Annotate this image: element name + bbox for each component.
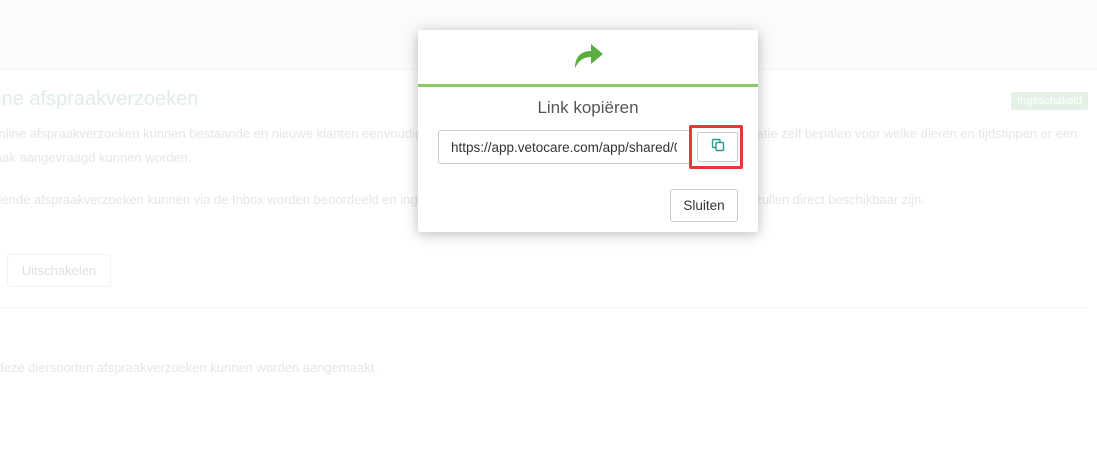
link-field[interactable] <box>438 130 689 164</box>
copy-button-highlight <box>689 125 743 169</box>
modal-header <box>418 30 758 87</box>
close-button[interactable]: Sluiten <box>670 189 738 222</box>
share-arrow-icon <box>571 41 605 74</box>
modal-title: Link kopiëren <box>537 98 639 117</box>
